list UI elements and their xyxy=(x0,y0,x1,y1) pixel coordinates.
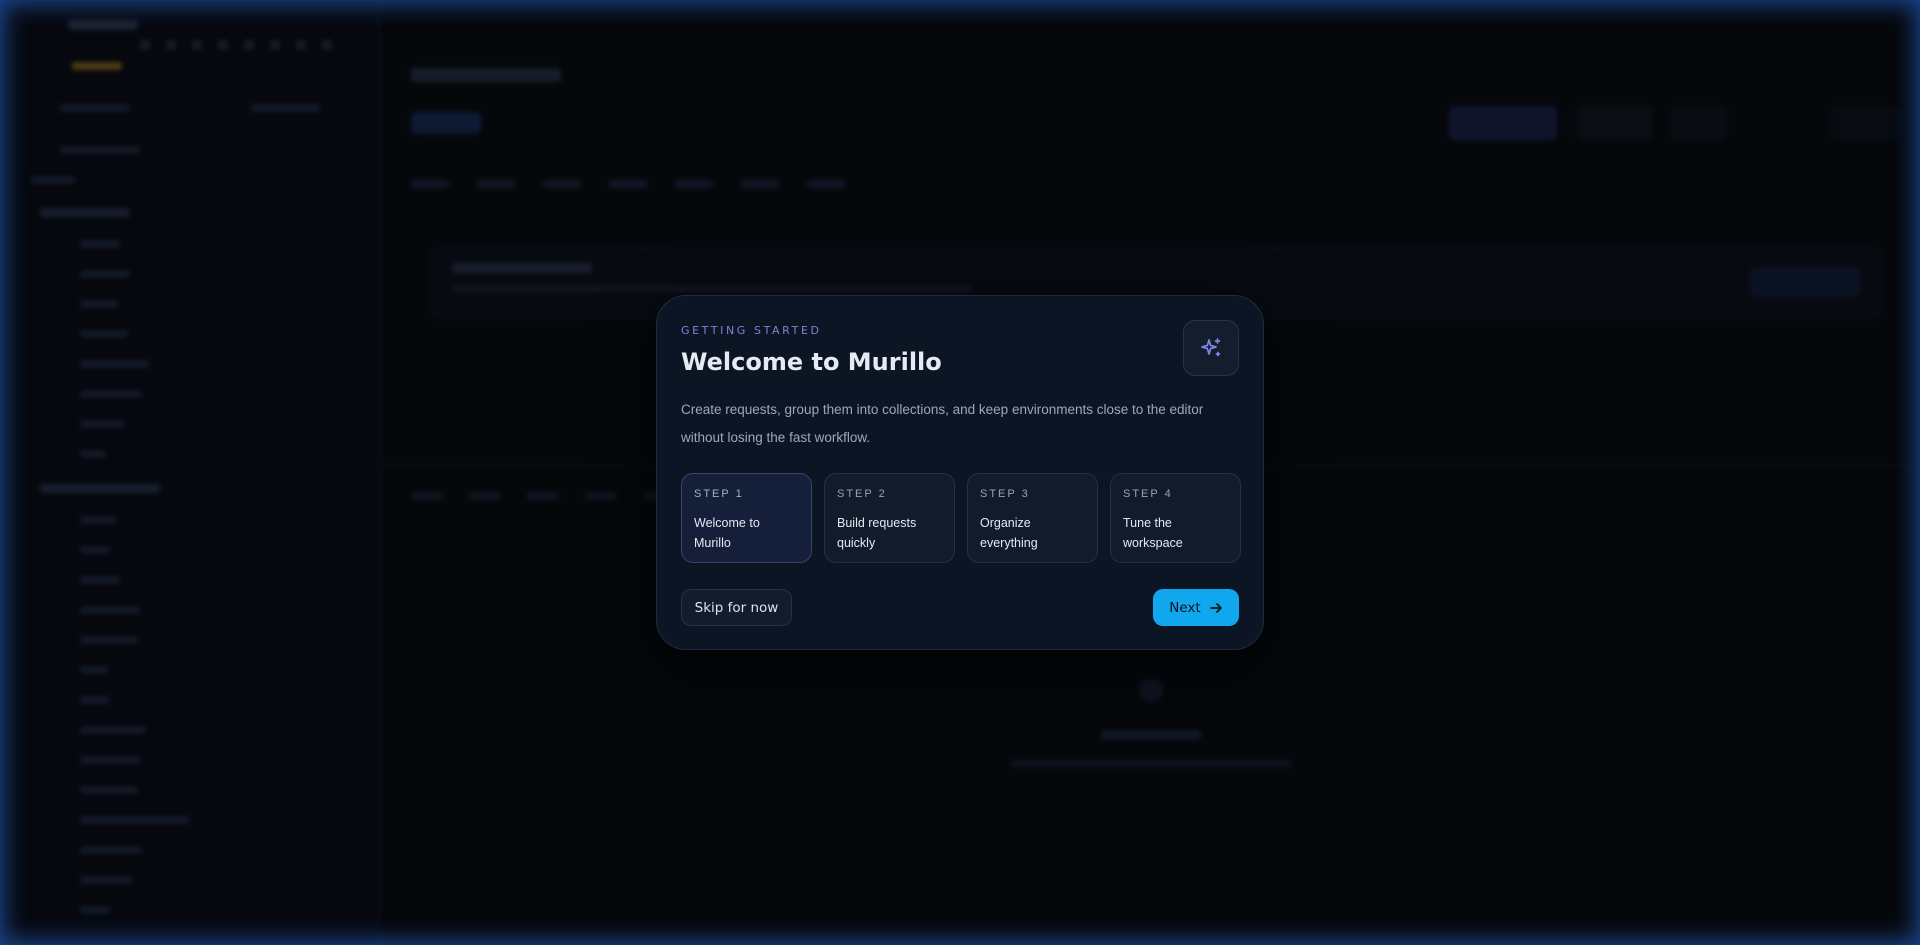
background-empty-icon xyxy=(1139,678,1163,702)
onboarding-modal: GETTING STARTED Welcome to Murillo Creat… xyxy=(656,295,1264,650)
step-card-4[interactable]: STEP 4 Tune the workspace xyxy=(1110,473,1241,563)
step-title: Build requests quickly xyxy=(837,516,917,550)
background-line xyxy=(80,390,142,398)
step-card-2[interactable]: STEP 2 Build requests quickly xyxy=(824,473,955,563)
background-empty-subtitle xyxy=(1011,760,1291,767)
step-card-1[interactable]: STEP 1 Welcome to Murillo xyxy=(681,473,812,563)
next-button[interactable]: Next xyxy=(1153,589,1239,626)
background-line xyxy=(80,360,150,368)
step-title: Tune the workspace xyxy=(1123,516,1183,550)
step-title: Organize everything xyxy=(980,516,1038,550)
next-button-label: Next xyxy=(1169,599,1201,616)
sparkles-icon xyxy=(1201,338,1221,357)
background-line xyxy=(80,420,124,428)
background-section xyxy=(40,208,130,217)
step-card-3[interactable]: STEP 3 Organize everything xyxy=(967,473,1098,563)
step-label: STEP 4 xyxy=(1123,488,1173,500)
background-line xyxy=(80,240,120,248)
background-line xyxy=(80,606,140,614)
modal-eyebrow: GETTING STARTED xyxy=(681,324,822,337)
step-label: STEP 2 xyxy=(837,488,887,500)
background-line xyxy=(80,906,110,914)
background-line xyxy=(80,846,142,854)
background-line xyxy=(80,726,146,734)
step-title: Welcome to Murillo xyxy=(694,516,760,550)
background-line xyxy=(250,104,320,112)
background-line xyxy=(80,756,140,764)
background-sidebar-toolbar xyxy=(140,40,332,50)
step-list: STEP 1 Welcome to Murillo STEP 2 Build r… xyxy=(681,473,1241,563)
background-button xyxy=(1449,106,1557,140)
background-line xyxy=(80,786,138,794)
background-badge xyxy=(72,62,122,70)
skip-button[interactable]: Skip for now xyxy=(681,589,792,626)
background-line xyxy=(80,816,190,824)
background-line xyxy=(80,636,138,644)
sparkles-icon-box xyxy=(1183,320,1239,376)
modal-description: Create requests, group them into collect… xyxy=(681,402,1204,445)
background-button xyxy=(1577,106,1653,140)
background-button xyxy=(1671,106,1727,140)
modal-title: Welcome to Murillo xyxy=(681,348,942,376)
background-button xyxy=(1831,106,1901,140)
background-line xyxy=(80,300,118,308)
background-line xyxy=(80,666,108,674)
background-line xyxy=(80,576,120,584)
background-line xyxy=(60,104,130,112)
background-title xyxy=(411,68,561,82)
background-line xyxy=(60,146,140,154)
step-label: STEP 1 xyxy=(694,488,744,500)
step-label: STEP 3 xyxy=(980,488,1030,500)
background-row xyxy=(411,492,675,500)
background-line xyxy=(80,330,128,338)
background-line xyxy=(80,876,132,884)
background-line xyxy=(80,546,110,554)
background-sidebar xyxy=(0,0,380,945)
background-line xyxy=(80,516,116,524)
background-section xyxy=(40,484,160,493)
background-line xyxy=(30,176,75,184)
background-empty-title xyxy=(1101,730,1201,740)
background-chip xyxy=(411,112,481,134)
arrow-right-icon xyxy=(1209,602,1222,613)
background-logo xyxy=(68,20,138,30)
background-line xyxy=(80,270,130,278)
background-line xyxy=(80,450,106,458)
background-tabs xyxy=(411,180,845,188)
background-line xyxy=(80,696,110,704)
